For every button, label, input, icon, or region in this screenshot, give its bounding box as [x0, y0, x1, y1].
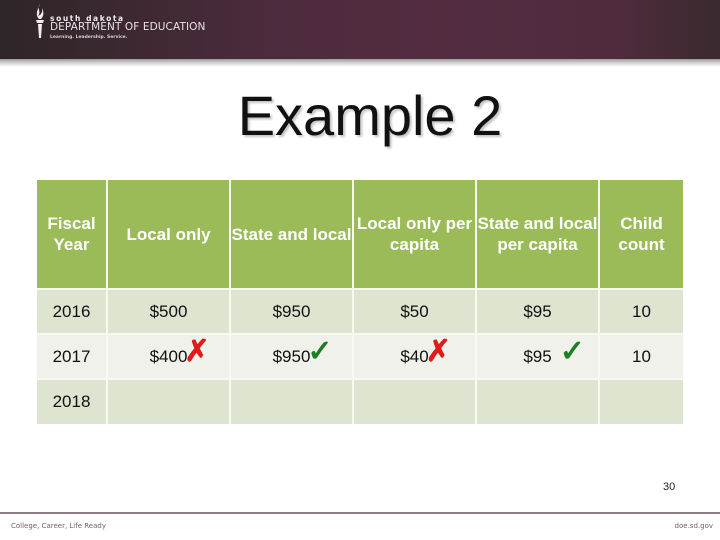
check-mark-icon: ✓ [307, 334, 333, 368]
logo-department-name: DEPARTMENT OF EDUCATION [50, 21, 206, 33]
cell-text: $40 [400, 346, 429, 366]
slide-title: Example 2 [237, 84, 503, 147]
cell-child-count [600, 380, 683, 424]
sd-doe-logo: south dakota DEPARTMENT OF EDUCATION Lea… [33, 3, 233, 43]
header-local-only-per-capita: Local only per capita [354, 180, 477, 290]
cell-value: $400 ✗ [149, 336, 210, 367]
cell-text: $950 [272, 346, 311, 366]
cell-local-only [108, 380, 231, 424]
footer-slogan: College, Career, Life Ready [11, 522, 106, 530]
header-shadow [0, 59, 720, 67]
cell-state-and-local-per-capita: $95 [477, 290, 600, 335]
cell-text: $95 [523, 346, 552, 366]
logo-tagline: Learning. Leadership. Service. [50, 35, 128, 40]
torch-icon [36, 4, 44, 38]
cell-local-only: $500 [108, 290, 231, 335]
cell-fiscal-year: 2017 [37, 335, 108, 380]
cell-local-only-per-capita [354, 380, 477, 424]
cell-text: $400 [149, 346, 188, 366]
cell-child-count: 10 [600, 290, 683, 335]
cell-child-count: 10 [600, 335, 683, 380]
cell-value: $40 ✗ [400, 336, 451, 367]
cell-local-only: $400 ✗ [108, 335, 231, 380]
cell-local-only-per-capita: $40 ✗ [354, 335, 477, 380]
cell-state-and-local: $950 ✓ [231, 335, 354, 380]
cell-state-and-local: $950 [231, 290, 354, 335]
cell-local-only-per-capita: $50 [354, 290, 477, 335]
page-number: 30 [663, 481, 676, 493]
cell-value: $950 ✓ [272, 336, 333, 367]
cell-fiscal-year: 2016 [37, 290, 108, 335]
cell-state-and-local-per-capita [477, 380, 600, 424]
cell-state-and-local [231, 380, 354, 424]
header-fiscal-year: Fiscal Year [37, 180, 108, 290]
funding-comparison-table: Fiscal Year Local only State and local L… [37, 180, 683, 424]
cell-state-and-local-per-capita: $95 ✓ [477, 335, 600, 380]
footer-website: doe.sd.gov [674, 522, 713, 530]
check-mark-icon: ✓ [559, 334, 585, 368]
cell-fiscal-year: 2018 [37, 380, 108, 424]
x-mark-icon: ✗ [184, 334, 210, 368]
header-state-and-local-per-capita: State and local per capita [477, 180, 600, 290]
header-bar: south dakota DEPARTMENT OF EDUCATION Lea… [0, 0, 720, 59]
x-mark-icon: ✗ [425, 334, 451, 368]
cell-value: $95 ✓ [523, 336, 585, 367]
header-state-and-local: State and local [231, 180, 354, 290]
footer-divider [0, 512, 720, 514]
header-local-only: Local only [108, 180, 231, 290]
header-child-count: Child count [600, 180, 683, 290]
